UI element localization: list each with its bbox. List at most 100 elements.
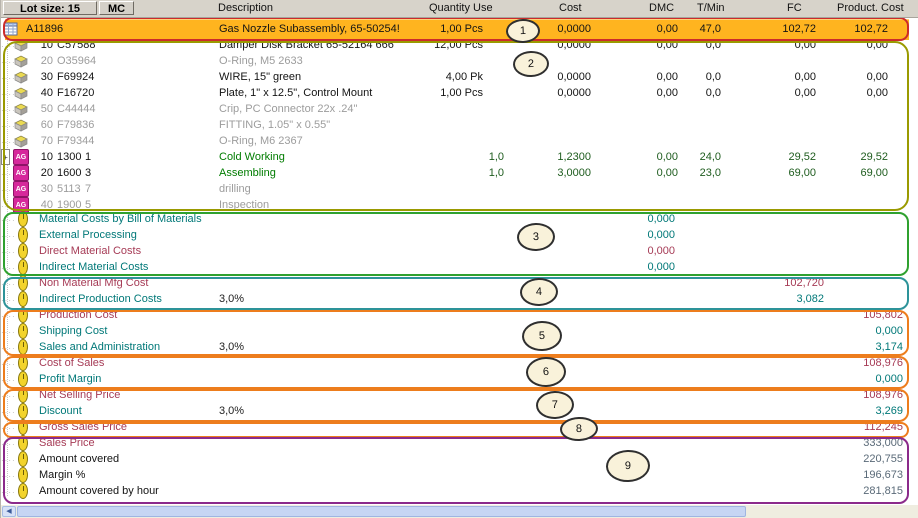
- summary-row[interactable]: ····Material Costs by Bill of Materials0…: [1, 211, 918, 227]
- tree-dots-icon: ····: [1, 485, 16, 501]
- summary-value: 105,802: [863, 307, 903, 323]
- material-box-icon: [13, 54, 29, 70]
- summary-label: Amount covered by hour: [39, 483, 159, 499]
- operation-ag-icon: AG: [13, 181, 29, 197]
- tmin-cell: 0,0: [706, 37, 721, 53]
- cost-cell: 0,0000: [557, 21, 591, 37]
- summary-row[interactable]: ····Sales and Administration3,0%3,174: [1, 339, 918, 355]
- material-row[interactable]: ····40F16720Plate, 1" x 12.5", Control M…: [1, 85, 918, 101]
- cost-item-icon: [18, 211, 28, 227]
- cost-center-group: 3: [85, 165, 91, 181]
- operation-row[interactable]: ····AG3051137drilling: [1, 181, 918, 197]
- product-cost-cell: 0,00: [867, 85, 888, 101]
- summary-row[interactable]: ····Indirect Production Costs3,0%3,082: [1, 291, 918, 307]
- column-header-product-cost[interactable]: Product. Cost: [837, 2, 904, 15]
- operation-number: 20: [35, 165, 53, 181]
- dmc-cell: 0,00: [657, 69, 678, 85]
- column-header-t-min[interactable]: T/Min: [697, 2, 725, 15]
- material-row[interactable]: ····60F79836FITTING, 1.05" x 0.55": [1, 117, 918, 133]
- description: Crip, PC Connector 22x .24": [219, 101, 357, 117]
- quantity-cell: 12,00 Pcs: [434, 37, 483, 53]
- product-cost-cell: 69,00: [860, 165, 888, 181]
- material-row[interactable]: ····10C57588Damper Disk Bracket 65-52164…: [1, 37, 918, 53]
- summary-row[interactable]: ····External Processing0,000: [1, 227, 918, 243]
- material-row[interactable]: ····50C44444Crip, PC Connector 22x .24": [1, 101, 918, 117]
- quantity-cell: 1,0: [489, 149, 504, 165]
- summary-row[interactable]: ····Gross Sales Price112,245: [1, 419, 918, 435]
- summary-row[interactable]: ····Amount covered220,755: [1, 451, 918, 467]
- cost-cell: 3,0000: [557, 165, 591, 181]
- column-header-cost[interactable]: Cost: [559, 2, 582, 15]
- scrollbar-thumb[interactable]: [17, 506, 746, 517]
- expander-icon[interactable]: +: [1, 149, 10, 165]
- column-header-dmc[interactable]: DMC: [649, 2, 674, 15]
- summary-row[interactable]: ····Net Selling Price108,976: [1, 387, 918, 403]
- cost-cell: 1,2300: [557, 149, 591, 165]
- part-number: F16720: [57, 85, 94, 101]
- summary-value: 0,000: [647, 259, 675, 275]
- summary-value: 102,720: [784, 275, 824, 291]
- material-row[interactable]: ····20O35964O-Ring, M5 2633: [1, 53, 918, 69]
- cost-item-icon: [18, 291, 28, 307]
- summary-row[interactable]: ····Amount covered by hour281,815: [1, 483, 918, 499]
- summary-label: Indirect Production Costs: [39, 291, 162, 307]
- summary-value: 196,673: [863, 467, 903, 483]
- summary-value: 0,000: [647, 227, 675, 243]
- summary-row[interactable]: ····Cost of Sales108,976: [1, 355, 918, 371]
- percent-value: 3,0%: [219, 403, 244, 419]
- dmc-cell: 0,00: [657, 85, 678, 101]
- operation-ag-icon: AG: [13, 165, 29, 181]
- part-number: F79344: [57, 133, 94, 149]
- work-center: 1300: [57, 149, 81, 165]
- description: Assembling: [219, 165, 276, 181]
- tmin-cell: 23,0: [700, 165, 721, 181]
- tmin-cell: 24,0: [700, 149, 721, 165]
- part-number: C44444: [57, 101, 96, 117]
- operation-number: 10: [35, 149, 53, 165]
- column-header-description[interactable]: Description: [218, 2, 273, 15]
- summary-value: 220,755: [863, 451, 903, 467]
- selected-subassembly-row[interactable]: A11896Gas Nozzle Subassembly, 65-50254!1…: [1, 21, 918, 37]
- product-cost-cell: 0,00: [867, 37, 888, 53]
- cost-item-icon: [18, 419, 28, 435]
- fc-cell: 0,00: [795, 37, 816, 53]
- cost-item-icon: [18, 371, 28, 387]
- material-row[interactable]: ····70F79344O-Ring, M6 2367: [1, 133, 918, 149]
- part-number: F79836: [57, 117, 94, 133]
- percent-value: 3,0%: [219, 291, 244, 307]
- summary-row[interactable]: ····Margin %196,673: [1, 467, 918, 483]
- summary-row[interactable]: ····Non Material Mfg Cost102,720: [1, 275, 918, 291]
- cost-center-group: 7: [85, 181, 91, 197]
- quantity-cell: 4,00 Pk: [446, 69, 483, 85]
- cost-item-icon: [18, 435, 28, 451]
- item-number: 70: [35, 133, 53, 149]
- description: O-Ring, M6 2367: [219, 133, 303, 149]
- quantity-cell: 1,00 Pcs: [440, 85, 483, 101]
- summary-row[interactable]: ····Indirect Material Costs0,000: [1, 259, 918, 275]
- lot-size-button[interactable]: Lot size: 15: [3, 1, 97, 15]
- material-box-icon: [13, 102, 29, 118]
- summary-value: 0,000: [647, 211, 675, 227]
- summary-value: 0,000: [647, 243, 675, 259]
- summary-label: Sales Price: [39, 435, 95, 451]
- summary-row[interactable]: ····Shipping Cost0,000: [1, 323, 918, 339]
- summary-value: 3,269: [875, 403, 903, 419]
- summary-row[interactable]: ····Profit Margin0,000: [1, 371, 918, 387]
- item-number: 20: [35, 53, 53, 69]
- summary-label: Cost of Sales: [39, 355, 104, 371]
- summary-row[interactable]: ····Production Cost105,802: [1, 307, 918, 323]
- summary-row[interactable]: ····Discount3,0%3,269: [1, 403, 918, 419]
- summary-label: Shipping Cost: [39, 323, 108, 339]
- material-row[interactable]: ····30F69924WIRE, 15" green4,00 Pk0,0000…: [1, 69, 918, 85]
- scroll-left-arrow-icon[interactable]: ◀: [2, 506, 16, 517]
- column-header-quantity-use[interactable]: Quantity Use: [429, 2, 493, 15]
- summary-row[interactable]: ····Sales Price333,000: [1, 435, 918, 451]
- operation-row[interactable]: ····AG2016003Assembling1,03,00000,0023,0…: [1, 165, 918, 181]
- percent-value: 3,0%: [219, 339, 244, 355]
- column-header-fc[interactable]: FC: [787, 2, 802, 15]
- operation-row[interactable]: +····AG1013001Cold Working1,01,23000,002…: [1, 149, 918, 165]
- cost-item-icon: [18, 307, 28, 323]
- mc-button[interactable]: MC: [99, 1, 134, 15]
- horizontal-scrollbar[interactable]: ◀: [1, 505, 918, 518]
- summary-row[interactable]: ····Direct Material Costs0,000: [1, 243, 918, 259]
